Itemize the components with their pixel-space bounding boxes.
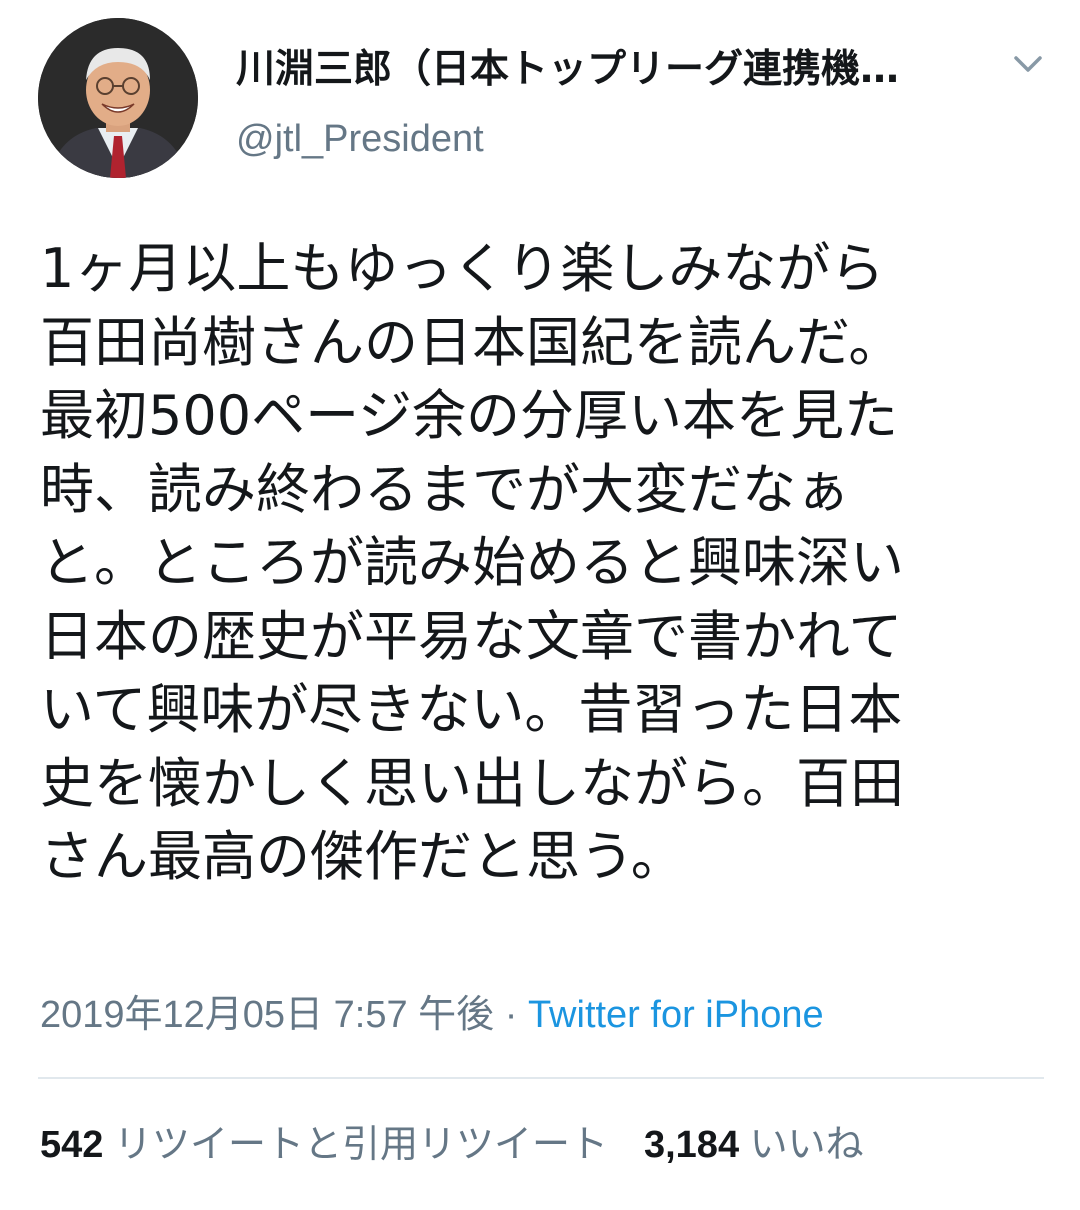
tweet-line: と。ところが読み始めると興味深い: [40, 531, 904, 594]
retweets-label: リツイートと引用リツイート: [113, 1124, 608, 1166]
author-handle[interactable]: @jtl_President: [236, 112, 484, 166]
tweet-line: さん最高の傑作だと思う。: [40, 825, 685, 888]
tweet-line: 1ヶ月以上もゆっくり楽しみながら: [40, 237, 885, 300]
retweets-stat[interactable]: 542 リツイートと引用リツイート: [40, 1124, 608, 1166]
person-avatar-icon: [38, 18, 198, 178]
tweet-line: 時、読み終わるまでが大変だなぁ: [40, 457, 850, 521]
tweet-line: 日本の歴史が平易な文章で書かれて: [40, 604, 903, 668]
author-display-name[interactable]: 川淵三郎（日本トップリーグ連携機…: [236, 42, 976, 98]
author-avatar[interactable]: [38, 18, 198, 178]
chevron-down-icon[interactable]: [1006, 46, 1050, 82]
tweet-stats: 542 リツイートと引用リツイート 3,184 いいね: [40, 1118, 864, 1172]
likes-stat[interactable]: 3,184 いいね: [644, 1124, 864, 1166]
tweet-line: いて興味が尽きない。昔習った日本: [40, 678, 903, 741]
tweet-meta: 2019年12月05日 7:57 午後 · Twitter for iPhone: [40, 988, 824, 1042]
tweet-line: 史を懐かしく思い出しながら。百田: [40, 751, 904, 815]
tweet-line: 最初500ページ余の分厚い本を見た: [40, 384, 898, 447]
retweets-count: 542: [40, 1124, 104, 1166]
likes-count: 3,184: [643, 1124, 740, 1166]
tweet-source-link[interactable]: Twitter for iPhone: [528, 994, 824, 1036]
tweet-timestamp[interactable]: 2019年12月05日 7:57 午後: [40, 994, 494, 1036]
meta-separator: ·: [494, 994, 528, 1036]
tweet-text: 1ヶ月以上もゆっくり楽しみながら 百田尚樹さんの日本国紀を読んだ。 最初500ペ…: [40, 232, 1050, 894]
tweet-line: 百田尚樹さんの日本国紀を読んだ。: [40, 310, 903, 374]
likes-label: いいね: [749, 1124, 864, 1166]
divider: [38, 1077, 1044, 1079]
